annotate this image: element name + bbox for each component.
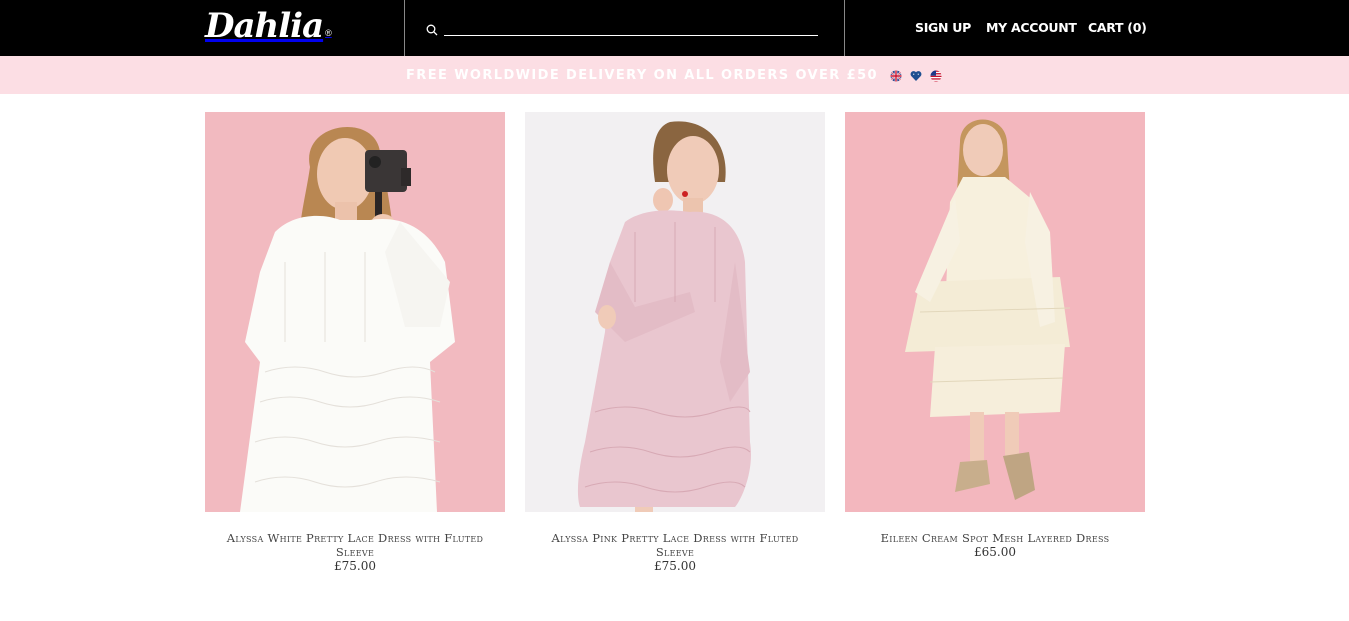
promo-banner-text: FREE WORLDWIDE DELIVERY ON ALL ORDERS OV…	[406, 67, 878, 83]
product-card: Alyssa Pink Pretty Lace Dress with Flute…	[525, 112, 825, 573]
nav-cart: CART (0)	[1088, 20, 1147, 36]
product-link[interactable]: Alyssa Pink Pretty Lace Dress with Flute…	[525, 112, 825, 573]
product-card: Alyssa White Pretty Lace Dress with Flut…	[205, 112, 505, 573]
logo-text: Dahlia	[205, 6, 324, 46]
nav-account: MY ACCOUNT	[986, 20, 1077, 36]
us-flag-icon	[930, 69, 942, 82]
site-header: Dahlia ® SIGN UP MY ACCOUNT CART (0)	[0, 0, 1349, 56]
logo[interactable]: Dahlia ®	[205, 6, 332, 46]
registered-mark: ®	[325, 28, 332, 38]
product-price: £75.00	[654, 559, 696, 573]
cart-link[interactable]: CART (0)	[1088, 20, 1147, 36]
my-account-link[interactable]: MY ACCOUNT	[986, 20, 1077, 36]
product-link[interactable]: Alyssa White Pretty Lace Dress with Flut…	[205, 112, 505, 573]
product-price: £75.00	[334, 559, 376, 573]
header-divider-right	[844, 0, 845, 56]
uk-flag-icon	[890, 69, 902, 82]
promo-banner-content: FREE WORLDWIDE DELIVERY ON ALL ORDERS OV…	[406, 68, 942, 83]
product-price: £65.00	[974, 545, 1016, 559]
search-icon[interactable]	[426, 23, 438, 36]
search-bar	[426, 18, 818, 38]
nav-signup: SIGN UP	[915, 20, 971, 36]
product-link[interactable]: Eileen Cream Spot Mesh Layered Dress £65…	[845, 112, 1145, 559]
signup-link[interactable]: SIGN UP	[915, 20, 971, 36]
product-name[interactable]: Eileen Cream Spot Mesh Layered Dress	[845, 531, 1145, 545]
heart-icon	[910, 69, 922, 81]
header-divider-left	[404, 0, 405, 56]
product-name[interactable]: Alyssa Pink Pretty Lace Dress with Flute…	[525, 531, 825, 559]
product-image[interactable]	[525, 112, 825, 512]
product-image[interactable]	[845, 112, 1145, 512]
search-input[interactable]	[444, 18, 818, 36]
product-card: Eileen Cream Spot Mesh Layered Dress £65…	[845, 112, 1145, 559]
promo-banner: FREE WORLDWIDE DELIVERY ON ALL ORDERS OV…	[0, 56, 1349, 94]
product-name[interactable]: Alyssa White Pretty Lace Dress with Flut…	[205, 531, 505, 559]
product-image[interactable]	[205, 112, 505, 512]
